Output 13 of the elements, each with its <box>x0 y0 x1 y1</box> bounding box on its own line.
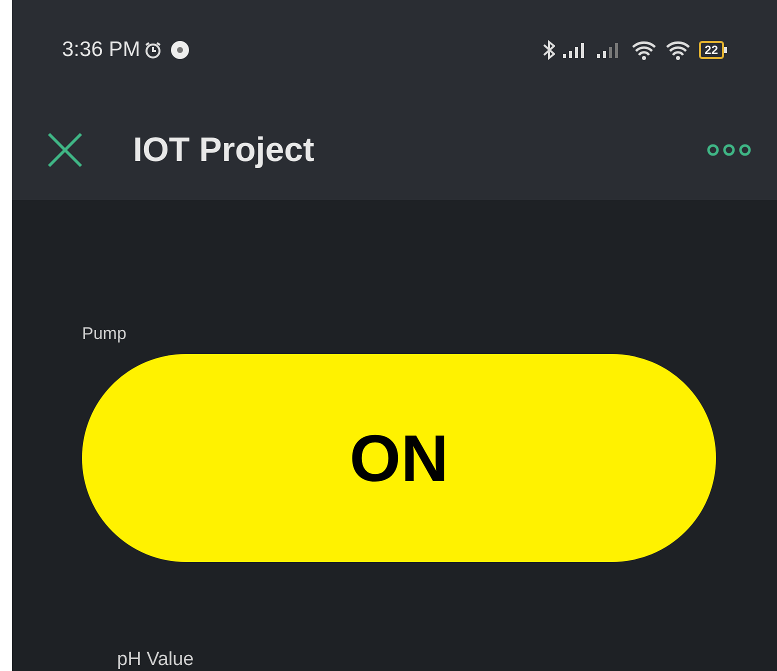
pump-toggle-button[interactable]: ON <box>82 354 716 562</box>
widget-label: Pump <box>82 324 128 344</box>
widget-label: pH Value <box>117 649 194 670</box>
battery-indicator: 22 <box>698 41 727 59</box>
alarm-icon <box>144 41 162 59</box>
bluetooth-icon <box>542 40 555 60</box>
wifi-icon <box>664 40 691 60</box>
status-time: 3:36 PM <box>62 37 140 64</box>
close-icon[interactable] <box>47 132 83 168</box>
more-options-icon[interactable] <box>706 143 752 157</box>
project-title: IOT Project <box>133 130 314 170</box>
app-notification-icon <box>171 41 190 59</box>
wifi-icon <box>630 40 657 60</box>
